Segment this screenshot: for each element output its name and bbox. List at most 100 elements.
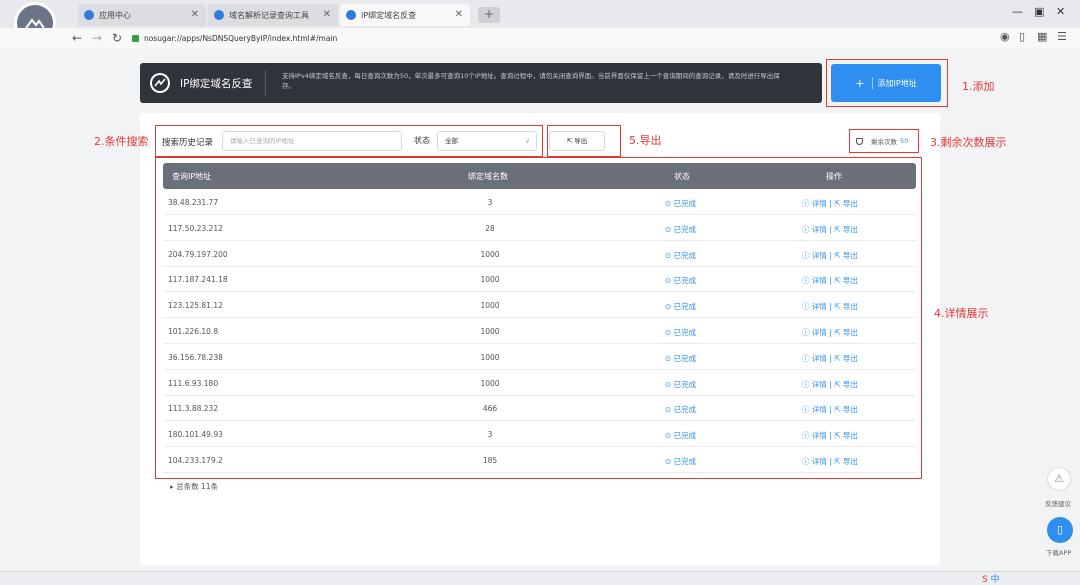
header-domain-count: 绑定域名数 [468, 172, 508, 181]
check-circle-icon: ⊙ [665, 224, 674, 234]
export-icon: ⇱ [834, 405, 843, 415]
export-link[interactable]: ⇱ 导出 [834, 251, 858, 260]
reload-icon[interactable]: ↻ [112, 31, 122, 45]
status-select[interactable]: 全部 ∨ [437, 131, 537, 151]
export-link[interactable]: ⇱ 导出 [834, 405, 858, 414]
status-text: 已完成 [673, 457, 697, 466]
restore-icon[interactable]: ▣ [1034, 5, 1044, 18]
detail-link[interactable]: ⓘ 详情 [802, 328, 827, 337]
export-icon: ⇱ [566, 137, 573, 145]
ip-cell: 117.187.241.18 [168, 275, 228, 285]
grid-icon[interactable]: ▦ [1037, 30, 1047, 43]
search-history-label: 搜索历史记录 [162, 138, 214, 148]
actions-cell: ⓘ 详情 | ⇱ 导出 [802, 457, 858, 466]
shield-icon[interactable]: ◉ [1000, 30, 1010, 43]
tab-ip-reverse[interactable]: IP绑定域名反查 ✕ [340, 4, 470, 26]
info-icon: ⓘ [802, 328, 812, 337]
ip-cell: 204.79.197.200 [168, 249, 228, 259]
total-count: ▸ 总条数 11条 [170, 481, 218, 492]
detail-label: 详情 [811, 224, 827, 234]
annotation-add: 1.添加 [962, 80, 995, 93]
check-circle-icon: ⊙ [665, 199, 674, 208]
info-icon: ⓘ [802, 276, 812, 286]
export-button[interactable]: ⇱ 导出 [549, 131, 605, 151]
forward-icon[interactable]: → [92, 31, 102, 45]
domain-count-cell: 1000 [480, 378, 500, 388]
close-icon[interactable]: ✕ [191, 9, 199, 20]
tab-label: 域名解析记录查询工具 [229, 10, 309, 20]
minimize-icon[interactable]: — [1012, 5, 1023, 18]
status-text: 已完成 [673, 328, 697, 337]
detail-link[interactable]: ⓘ 详情 [802, 431, 827, 440]
domain-count-cell: 1000 [480, 327, 500, 336]
detail-link[interactable]: ⓘ 详情 [802, 405, 827, 414]
domain-count-cell: 1000 [480, 249, 500, 259]
detail-link[interactable]: ⓘ 详情 [802, 199, 827, 208]
close-window-icon[interactable]: ✕ [1056, 5, 1065, 18]
detail-label: 详情 [811, 379, 827, 389]
status-text: 已完成 [673, 379, 697, 389]
export-label: 导出 [842, 405, 858, 415]
export-label: 导出 [842, 457, 858, 466]
export-link[interactable]: ⇱ 导出 [834, 225, 858, 234]
close-icon[interactable]: ✕ [323, 9, 331, 20]
phone-icon[interactable]: ▯ [1019, 30, 1025, 43]
status-label: 状态 [414, 136, 430, 145]
annotation-filter: 2.条件搜索 [94, 135, 149, 148]
feedback-label[interactable]: 反馈建议 [1045, 498, 1071, 508]
export-link[interactable]: ⇱ 导出 [834, 302, 858, 311]
detail-link[interactable]: ⓘ 详情 [802, 457, 827, 466]
info-icon: ⓘ [802, 302, 812, 312]
export-link[interactable]: ⇱ 导出 [834, 354, 858, 363]
new-tab-button[interactable]: + [478, 7, 500, 23]
detail-link[interactable]: ⓘ 详情 [802, 380, 827, 389]
status-cell: ⊙ 已完成 [665, 353, 696, 364]
ip-cell: 123.125.81.12 [168, 301, 223, 311]
tab-app-center[interactable]: 应用中心 ✕ [78, 4, 206, 26]
download-app-label[interactable]: 下载APP [1046, 547, 1071, 557]
export-link[interactable]: ⇱ 导出 [834, 276, 858, 285]
add-ip-button[interactable]: + 添加IP地址 [831, 64, 941, 102]
export-link[interactable]: ⇱ 导出 [834, 431, 858, 440]
detail-label: 详情 [811, 353, 827, 363]
export-label: 导出 [574, 137, 588, 145]
tab-label: 应用中心 [99, 10, 131, 20]
actions-cell: ⓘ 详情 | ⇱ 导出 [802, 199, 858, 208]
domain-count-cell: 3 [487, 430, 493, 440]
tab-dns-query[interactable]: 域名解析记录查询工具 ✕ [208, 4, 338, 26]
export-icon: ⇱ [834, 328, 843, 337]
close-icon[interactable]: ✕ [455, 9, 463, 20]
menu-icon[interactable]: ☰ [1057, 30, 1067, 43]
detail-link[interactable]: ⓘ 详情 [802, 225, 827, 234]
export-label: 导出 [842, 250, 858, 260]
url-field[interactable]: nosugar://apps/NsDNSQueryByIP/index.html… [132, 30, 992, 46]
info-icon: ⓘ [802, 353, 812, 363]
warning-icon[interactable]: ⚠ [1047, 467, 1071, 491]
export-link[interactable]: ⇱ 导出 [834, 328, 858, 337]
export-label: 导出 [842, 328, 858, 337]
ime-toolbar[interactable]: S 中 [982, 572, 1000, 585]
detail-label: 详情 [811, 199, 827, 208]
search-input[interactable]: 请输入已查询的IP地址 [222, 131, 402, 151]
shield-icon [856, 137, 863, 145]
detail-link[interactable]: ⓘ 详情 [802, 251, 827, 260]
check-circle-icon: ⊙ [665, 328, 674, 337]
export-label: 导出 [842, 302, 858, 312]
export-link[interactable]: ⇱ 导出 [834, 380, 858, 389]
detail-link[interactable]: ⓘ 详情 [802, 276, 827, 285]
mobile-download-icon[interactable]: ▯ [1047, 517, 1073, 543]
detail-link[interactable]: ⓘ 详情 [802, 302, 827, 311]
app-icon [214, 10, 224, 20]
table-row: 36.156.78.238 1000 ⊙ 已完成 ⓘ 详情 | ⇱ 导出 [163, 344, 916, 370]
ime-mode: 中 [990, 575, 1000, 585]
actions-cell: ⓘ 详情 | ⇱ 导出 [802, 302, 858, 312]
back-icon[interactable]: ← [72, 31, 82, 45]
info-icon: ⓘ [802, 405, 812, 415]
detail-link[interactable]: ⓘ 详情 [802, 354, 827, 363]
banner-divider [265, 70, 266, 96]
export-link[interactable]: ⇱ 导出 [834, 199, 858, 208]
status-text: 已完成 [673, 276, 697, 286]
lock-icon [132, 34, 139, 42]
export-link[interactable]: ⇱ 导出 [834, 457, 858, 466]
export-label: 导出 [842, 224, 858, 234]
